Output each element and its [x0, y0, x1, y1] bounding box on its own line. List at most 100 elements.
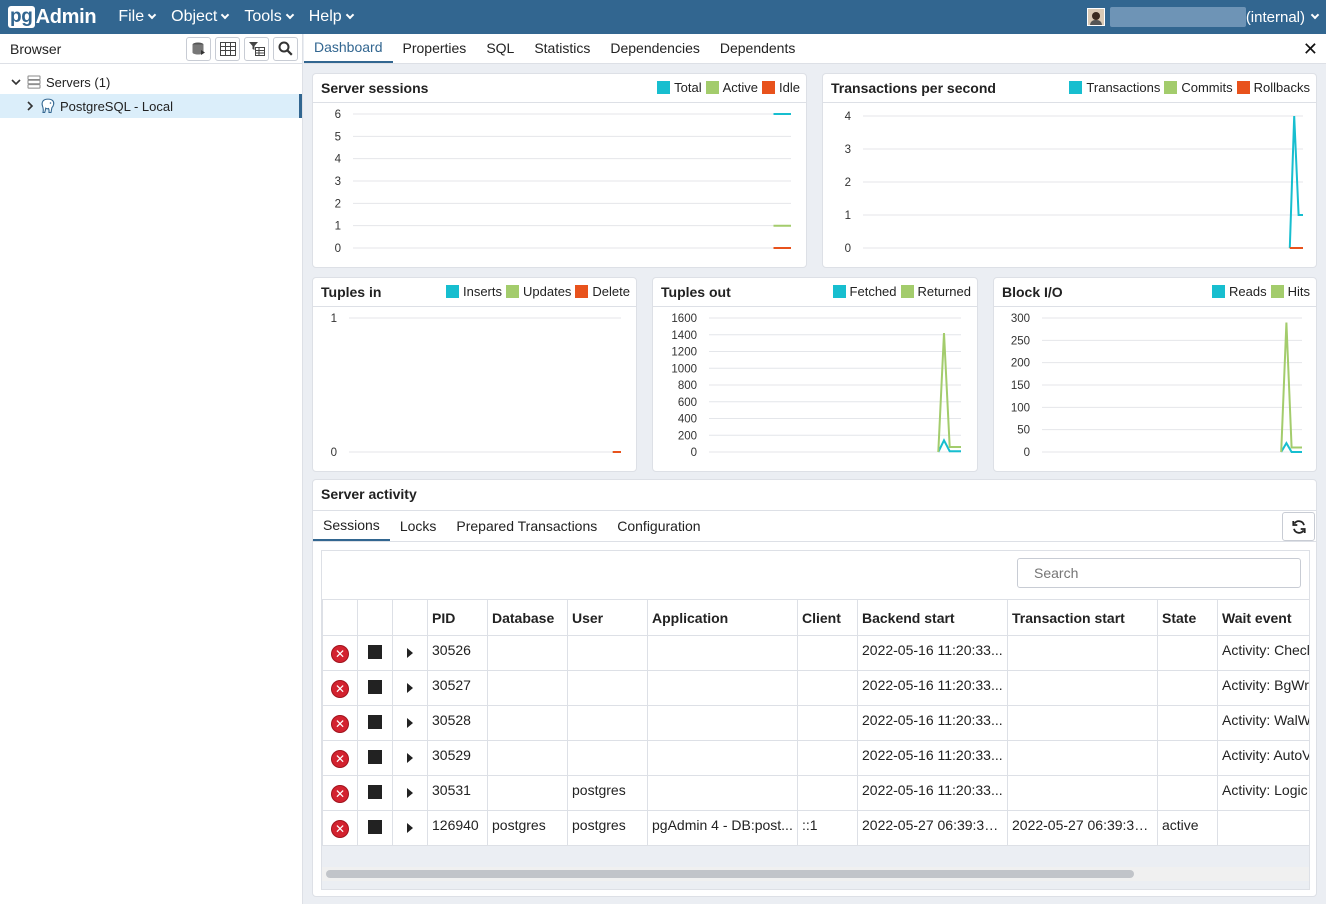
- chevron-down-icon: [345, 10, 354, 20]
- tab-sql[interactable]: SQL: [476, 33, 524, 63]
- terminate-cell[interactable]: ✕: [322, 705, 358, 741]
- cancel-query-icon[interactable]: [368, 644, 382, 659]
- tab-dependents[interactable]: Dependents: [710, 33, 806, 63]
- tree-item-postgresql-local[interactable]: PostgreSQL - Local: [0, 94, 302, 118]
- cancel-query-icon[interactable]: [368, 749, 382, 764]
- scrollbar-thumb[interactable]: [326, 870, 1134, 878]
- header-backend-start[interactable]: Backend start: [857, 599, 1008, 636]
- table-row[interactable]: ✕ 126940 postgres postgres pgAdmin 4 - DB:po…: [322, 810, 1309, 846]
- expand-row-icon[interactable]: [407, 823, 413, 833]
- expand-cell[interactable]: [392, 740, 428, 776]
- y-tick-label: 1: [331, 313, 337, 325]
- logo-pg-mark: pg: [8, 6, 35, 28]
- cell-client: [797, 740, 858, 776]
- table-row[interactable]: ✕ 30529 2022-05-16 11:20:33... Activity: Au…: [322, 740, 1309, 776]
- table-row[interactable]: ✕ 30526 2022-05-16 11:20:33... Activity: Ch…: [322, 635, 1309, 671]
- refresh-button[interactable]: [1282, 512, 1315, 541]
- chevron-right-icon[interactable]: [24, 101, 36, 111]
- chevron-down-icon: [285, 10, 294, 20]
- cancel-cell[interactable]: [357, 670, 393, 706]
- horizontal-scrollbar[interactable]: [322, 867, 1309, 881]
- menu-help[interactable]: Help: [301, 0, 361, 34]
- cancel-cell[interactable]: [357, 705, 393, 741]
- expand-row-icon[interactable]: [407, 718, 413, 728]
- cell-wait-event: [1217, 810, 1309, 846]
- browser-title: Browser: [10, 40, 62, 57]
- tab-dashboard[interactable]: Dashboard: [304, 33, 393, 63]
- terminate-session-icon[interactable]: ✕: [332, 680, 348, 697]
- table-row[interactable]: ✕ 30527 2022-05-16 11:20:33... Activity: Bg…: [322, 670, 1309, 706]
- cell-database: postgres: [487, 810, 568, 846]
- cancel-cell[interactable]: [357, 775, 393, 811]
- cell-pid: 30529: [427, 740, 488, 776]
- query-tool-button[interactable]: [186, 36, 211, 61]
- cancel-cell[interactable]: [357, 740, 393, 776]
- table-row[interactable]: ✕ 30531 postgres 2022-05-16 11:20:33... Acti…: [322, 775, 1309, 811]
- table-row[interactable]: ✕ 30528 2022-05-16 11:20:33... Activity: Wa…: [322, 705, 1309, 741]
- cancel-cell[interactable]: [357, 635, 393, 671]
- menu-tools[interactable]: Tools: [236, 0, 300, 34]
- header-client[interactable]: Client: [797, 599, 858, 636]
- terminate-session-icon[interactable]: ✕: [332, 785, 348, 802]
- cancel-query-icon[interactable]: [368, 714, 382, 729]
- terminate-session-icon[interactable]: ✕: [332, 750, 348, 767]
- terminate-cell[interactable]: ✕: [322, 810, 358, 846]
- expand-row-icon[interactable]: [407, 683, 413, 693]
- header-state[interactable]: State: [1157, 599, 1218, 636]
- tab-sessions[interactable]: Sessions: [313, 511, 390, 541]
- terminate-cell[interactable]: ✕: [322, 670, 358, 706]
- terminate-cell[interactable]: ✕: [322, 740, 358, 776]
- legend-swatch-idle: [762, 81, 776, 94]
- header-transaction-start[interactable]: Transaction start: [1007, 599, 1158, 636]
- table-header-row: PID Database User Application Client Bac…: [322, 599, 1309, 636]
- expand-cell[interactable]: [392, 635, 428, 671]
- terminate-session-icon[interactable]: ✕: [332, 820, 348, 837]
- cell-state: [1157, 635, 1218, 671]
- view-data-button[interactable]: [215, 36, 240, 61]
- tab-prepared-transactions[interactable]: Prepared Transactions: [446, 511, 607, 541]
- header-wait-event[interactable]: Wait event: [1217, 599, 1309, 636]
- terminate-cell[interactable]: ✕: [322, 635, 358, 671]
- tree-item-servers[interactable]: Servers (1): [0, 70, 302, 94]
- cancel-query-icon[interactable]: [368, 784, 382, 799]
- terminate-cell[interactable]: ✕: [322, 775, 358, 811]
- terminate-session-icon[interactable]: ✕: [332, 715, 348, 732]
- close-icon[interactable]: ✕: [1303, 39, 1318, 60]
- header-pid[interactable]: PID: [427, 599, 488, 636]
- header-application[interactable]: Application: [647, 599, 798, 636]
- cell-application: [647, 635, 798, 671]
- legend-swatch-delete: [575, 285, 589, 298]
- server-activity-title: Server activity: [321, 486, 417, 502]
- header-database[interactable]: Database: [487, 599, 568, 636]
- menu-file[interactable]: File: [110, 0, 163, 34]
- tab-dependencies[interactable]: Dependencies: [600, 33, 710, 63]
- expand-cell[interactable]: [392, 705, 428, 741]
- legend-swatch-fetched: [832, 285, 846, 298]
- tab-locks[interactable]: Locks: [390, 511, 447, 541]
- cancel-cell[interactable]: [357, 810, 393, 846]
- expand-cell[interactable]: [392, 670, 428, 706]
- search-objects-button[interactable]: [273, 36, 298, 61]
- header-user[interactable]: User: [567, 599, 648, 636]
- expand-row-icon[interactable]: [407, 788, 413, 798]
- server-sessions-chart: 6 5 4 3 2 1 0: [335, 109, 791, 255]
- cell-backend-start: 2022-05-16 11:20:33...: [857, 705, 1008, 741]
- chevron-down-icon[interactable]: [10, 78, 22, 86]
- search-input[interactable]: [1017, 558, 1301, 588]
- filtered-rows-button[interactable]: [244, 36, 269, 61]
- expand-cell[interactable]: [392, 775, 428, 811]
- expand-cell[interactable]: [392, 810, 428, 846]
- user-menu[interactable]: (internal): [1086, 0, 1320, 34]
- cancel-query-icon[interactable]: [368, 679, 382, 694]
- tab-configuration[interactable]: Configuration: [607, 511, 710, 541]
- menu-object[interactable]: Object: [163, 0, 236, 34]
- expand-row-icon[interactable]: [407, 648, 413, 658]
- expand-row-icon[interactable]: [407, 753, 413, 763]
- tab-properties[interactable]: Properties: [393, 33, 477, 63]
- y-tick-label: 0: [331, 447, 337, 459]
- tab-statistics[interactable]: Statistics: [524, 33, 600, 63]
- cancel-query-icon[interactable]: [368, 819, 382, 834]
- legend-swatch-rollbacks: [1236, 81, 1250, 94]
- cell-transaction-start: [1007, 775, 1158, 811]
- terminate-session-icon[interactable]: ✕: [332, 645, 348, 662]
